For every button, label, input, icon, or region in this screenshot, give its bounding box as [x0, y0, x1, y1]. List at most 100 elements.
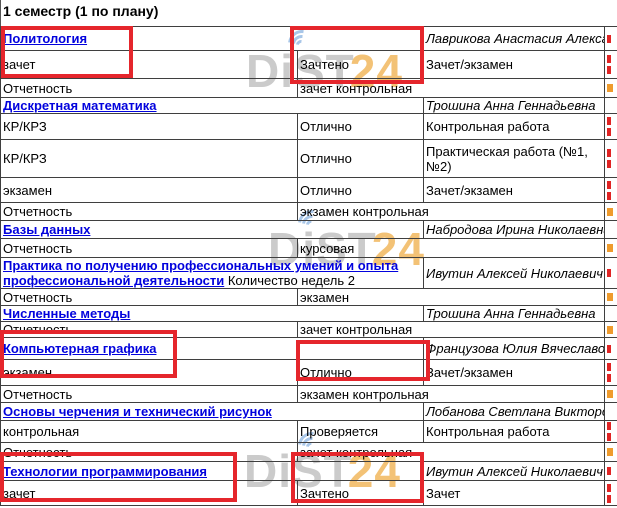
clipped-text-fragments: [607, 269, 616, 277]
grade-status-cell: Отлично: [298, 178, 424, 203]
clipped-text-fragments: [607, 293, 616, 301]
subject-link[interactable]: Численные методы: [3, 306, 130, 321]
clipped-text-fragments: [607, 181, 616, 200]
grade-status-cell: Отлично: [298, 114, 424, 140]
clipped-text-fragments: [607, 363, 616, 382]
table-row: Практика по получению профессиональных у…: [1, 258, 617, 289]
grade-status-cell: Отлично: [298, 140, 424, 178]
table-row: экзаменОтличноЗачет/экзамен: [1, 178, 617, 203]
clipped-edge-cell: [605, 98, 617, 114]
subject-link[interactable]: Основы черчения и технический рисунок: [3, 404, 272, 419]
table-row: Отчетностьэкзамен: [1, 289, 617, 306]
clipped-text-fragment: [607, 181, 611, 189]
clipped-edge-cell: [605, 386, 617, 403]
clipped-edge-cell: [605, 481, 617, 506]
table-row: КР/КРЗОтличноКонтрольная работа: [1, 114, 617, 140]
table-row: Компьютерная графика Французова Юлия Вяче…: [1, 338, 617, 360]
assessment-type-cell: экзамен: [1, 178, 298, 203]
subject-cell: Дискретная математика: [1, 98, 424, 114]
teacher-name-cell: Трошина Анна Геннадьевна: [424, 306, 605, 322]
clipped-text-fragment: [607, 363, 611, 371]
clipped-edge-cell: [605, 421, 617, 443]
report-label-cell: Отчетность: [1, 322, 298, 338]
weeks-count-label: Количество недель 2: [224, 273, 355, 288]
table-row: Отчетностькурсовая: [1, 239, 617, 258]
table-row: Технологии программированияИвутин Алексе…: [1, 462, 617, 481]
assessment-type-cell: контрольная: [1, 421, 298, 443]
subject-link[interactable]: Политология: [3, 31, 87, 46]
clipped-text-fragment: [607, 35, 611, 43]
clipped-text-fragments: [607, 84, 616, 92]
clipped-edge-cell: [605, 338, 617, 360]
clipped-text-fragments: [607, 467, 616, 475]
grade-status-cell: Отлично: [298, 360, 424, 386]
clipped-text-fragments: [607, 326, 616, 334]
clipped-text-fragment: [607, 192, 611, 200]
clipped-edge-cell: [605, 203, 617, 221]
report-label-cell: Отчетность: [1, 79, 298, 98]
clipped-edge-cell: [605, 51, 617, 79]
teacher-name-cell: Ивутин Алексей Николаевич: [424, 258, 605, 289]
table-row: Политология Лаврикова Анастасия Алекса: [1, 27, 617, 51]
assessment-type-cell: зачет: [1, 481, 298, 506]
clipped-edge-cell: [605, 114, 617, 140]
clipped-text-fragments: [607, 244, 616, 252]
clipped-text-fragment: [607, 293, 613, 301]
subject-link[interactable]: Компьютерная графика: [3, 341, 156, 356]
work-type-cell: Зачет/экзамен: [424, 178, 605, 203]
clipped-text-fragments: [607, 422, 616, 441]
clipped-edge-cell: [605, 79, 617, 98]
grade-status-cell: Зачтено: [298, 51, 424, 79]
report-label-cell: Отчетность: [1, 239, 298, 258]
clipped-text-fragment: [607, 345, 611, 353]
clipped-edge-cell: [605, 306, 617, 322]
clipped-text-fragments: [607, 484, 616, 503]
clipped-edge-cell: [605, 403, 617, 421]
teacher-name-cell: Лаврикова Анастасия Алекса: [424, 27, 605, 51]
subject-cell: Компьютерная графика: [1, 338, 424, 360]
clipped-text-fragments: [607, 55, 616, 74]
subject-cell: Основы черчения и технический рисунок: [1, 403, 424, 421]
table-row: Основы черчения и технический рисунок Лоб…: [1, 403, 617, 421]
clipped-edge-cell: [605, 221, 617, 239]
clipped-text-fragments: [607, 345, 616, 353]
grade-status-cell: Проверяется: [298, 421, 424, 443]
clipped-text-fragment: [607, 433, 611, 441]
clipped-text-fragment: [607, 55, 611, 63]
clipped-edge-cell: [605, 27, 617, 51]
report-value-cell: экзамен контрольная: [298, 386, 605, 403]
table-row: КР/КРЗОтличноПрактическая работа (№1, №2…: [1, 140, 617, 178]
clipped-text-fragments: [607, 149, 616, 168]
table-row: Отчетностьэкзамен контрольная: [1, 386, 617, 403]
teacher-name-cell: Лобанова Светлана Викторо: [424, 403, 605, 421]
assessment-type-cell: зачет: [1, 51, 298, 79]
table-row: зачетЗачтеноЗачет: [1, 481, 617, 506]
clipped-text-fragments: [607, 117, 616, 136]
teacher-name-cell: Набродова Ирина Николаевна: [424, 221, 605, 239]
clipped-edge-cell: [605, 140, 617, 178]
table-row: Отчетностьзачет контрольная: [1, 79, 617, 98]
subject-link[interactable]: Дискретная математика: [3, 98, 157, 113]
clipped-text-fragment: [607, 117, 611, 125]
subject-cell: Численные методы: [1, 306, 424, 322]
clipped-text-fragments: [607, 35, 616, 43]
clipped-edge-cell: [605, 239, 617, 258]
clipped-edge-cell: [605, 360, 617, 386]
clipped-text-fragment: [607, 390, 613, 398]
report-label-cell: Отчетность: [1, 443, 298, 462]
clipped-edge-cell: [605, 462, 617, 481]
clipped-text-fragment: [607, 208, 613, 216]
teacher-name-cell: Французова Юлия Вячеславов: [424, 338, 605, 360]
clipped-edge-cell: [605, 322, 617, 338]
report-value-cell: зачет контрольная: [298, 79, 605, 98]
table-row: Отчетностьзачет контрольная: [1, 322, 617, 338]
clipped-text-fragment: [607, 448, 613, 456]
subject-link[interactable]: Технологии программирования: [3, 464, 207, 479]
subject-link[interactable]: Базы данных: [3, 222, 90, 237]
assessment-type-cell: экзамен: [1, 360, 298, 386]
table-row: Базы данных Набродова Ирина Николаевна: [1, 221, 617, 239]
table-row: Отчетностьэкзамен контрольная: [1, 203, 617, 221]
subject-cell: Базы данных: [1, 221, 424, 239]
report-value-cell: экзамен контрольная: [298, 203, 605, 221]
clipped-text-fragment: [607, 326, 613, 334]
